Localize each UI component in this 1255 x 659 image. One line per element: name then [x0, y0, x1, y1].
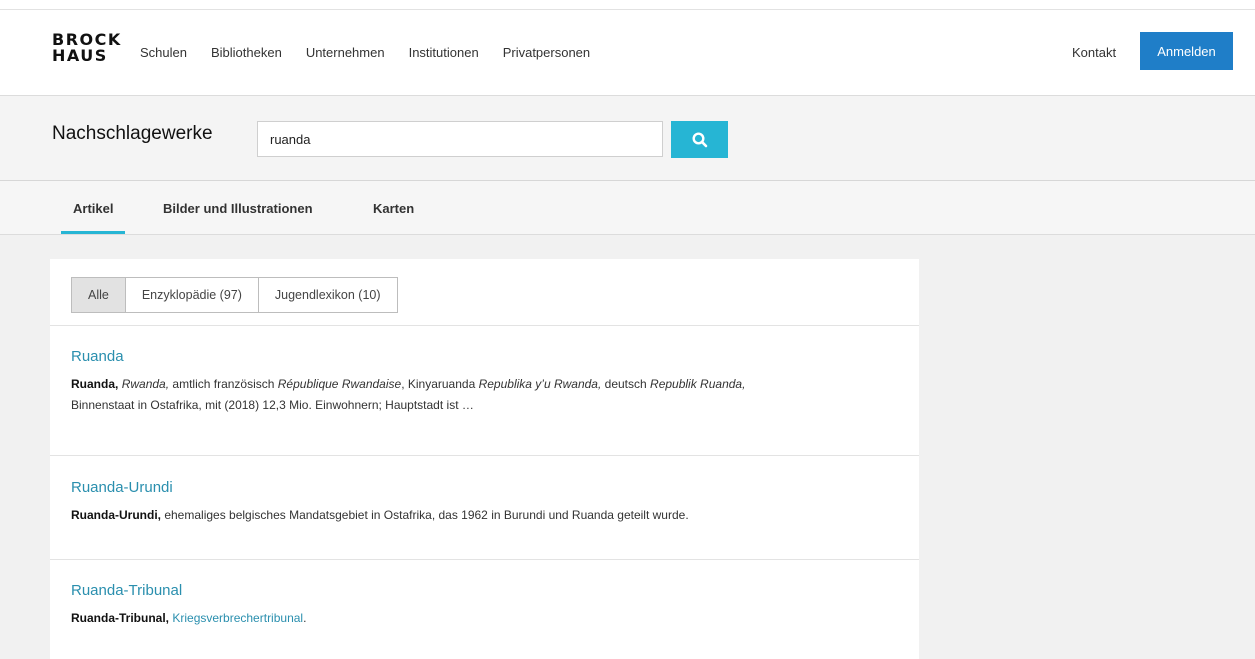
- snippet-term: Ruanda,: [71, 377, 119, 391]
- top-strip: [0, 0, 1255, 10]
- main-menu: Schulen Bibliotheken Unternehmen Institu…: [140, 45, 614, 60]
- search-input[interactable]: [257, 121, 663, 157]
- tab-bilder-und-illustrationen[interactable]: Bilder und Illustrationen: [163, 201, 313, 216]
- result-item: Ruanda-Urundi Ruanda-Urundi, ehemaliges …: [71, 479, 899, 526]
- result-snippet: Ruanda-Tribunal, Kriegsverbrechertribuna…: [71, 611, 307, 625]
- result-item: Ruanda Ruanda, Rwanda, amtlich französis…: [71, 348, 899, 416]
- divider: [50, 455, 919, 456]
- nav-item-bibliotheken[interactable]: Bibliotheken: [211, 45, 282, 60]
- result-title[interactable]: Ruanda: [71, 348, 899, 365]
- nav-item-schulen[interactable]: Schulen: [140, 45, 187, 60]
- filter-jugendlexikon[interactable]: Jugendlexikon (10): [258, 278, 397, 312]
- result-title[interactable]: Ruanda-Urundi: [71, 479, 899, 496]
- nav-item-privatpersonen[interactable]: Privatpersonen: [503, 45, 590, 60]
- login-button[interactable]: Anmelden: [1140, 32, 1233, 70]
- cross-reference-link[interactable]: Kriegsverbrechertribunal: [172, 611, 303, 625]
- filter-enzyklopaedie[interactable]: Enzyklopädie (97): [125, 278, 259, 312]
- search-section: Nachschlagewerke: [0, 96, 1255, 181]
- snippet-term: Ruanda-Tribunal,: [71, 611, 170, 625]
- page-title: Nachschlagewerke: [52, 123, 213, 144]
- contact-link[interactable]: Kontakt: [1072, 45, 1116, 60]
- source-filter: Alle Enzyklopädie (97) Jugendlexikon (10…: [71, 277, 398, 313]
- divider: [50, 559, 919, 560]
- content-tabs: Artikel Bilder und Illustrationen Karten: [0, 181, 1255, 235]
- result-snippet: Ruanda, Rwanda, amtlich französisch Répu…: [71, 377, 746, 412]
- nav-item-unternehmen[interactable]: Unternehmen: [306, 45, 385, 60]
- top-navigation: BROCK HAUS Schulen Bibliotheken Unterneh…: [0, 10, 1255, 96]
- search-button[interactable]: [671, 121, 728, 158]
- tab-karten[interactable]: Karten: [373, 201, 414, 216]
- filter-alle[interactable]: Alle: [72, 278, 126, 312]
- result-item: Ruanda-Tribunal Ruanda-Tribunal, Kriegsv…: [71, 582, 899, 629]
- result-snippet: Ruanda-Urundi, ehemaliges belgisches Man…: [71, 508, 689, 522]
- brockhaus-logo[interactable]: BROCK HAUS: [52, 32, 122, 64]
- nav-item-institutionen[interactable]: Institutionen: [409, 45, 479, 60]
- snippet-term: Ruanda-Urundi,: [71, 508, 161, 522]
- tab-artikel[interactable]: Artikel: [60, 201, 127, 234]
- result-title[interactable]: Ruanda-Tribunal: [71, 582, 899, 599]
- search-icon: [691, 131, 707, 147]
- divider: [50, 325, 919, 326]
- results-panel: Alle Enzyklopädie (97) Jugendlexikon (10…: [50, 259, 919, 659]
- logo-line-2: HAUS: [52, 46, 108, 65]
